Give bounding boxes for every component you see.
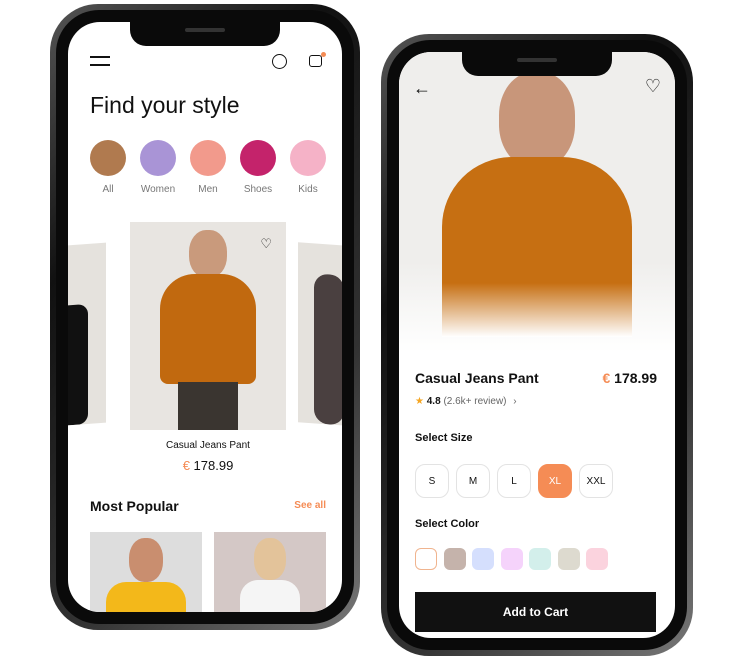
category-label: All: [102, 184, 114, 195]
category-image: [290, 140, 326, 176]
size-option-l[interactable]: L: [497, 464, 531, 498]
category-label: Kids: [298, 184, 318, 195]
product-card-featured[interactable]: ♡: [130, 222, 286, 430]
product-image: [399, 52, 675, 352]
size-option-xxl[interactable]: XXL: [579, 464, 613, 498]
price: 178.99: [614, 370, 657, 386]
popular-item[interactable]: [90, 532, 202, 612]
category-shoes[interactable]: Shoes: [238, 140, 278, 195]
color-swatch[interactable]: [557, 548, 580, 570]
category-label: Shoes: [243, 184, 273, 195]
currency: €: [182, 458, 190, 473]
category-men[interactable]: Men: [188, 140, 228, 195]
color-swatch[interactable]: [586, 548, 608, 570]
size-option-s[interactable]: S: [415, 464, 449, 498]
add-to-cart-button[interactable]: Add to Cart: [415, 592, 656, 632]
product-price: € 178.99: [130, 458, 286, 473]
notch: [130, 22, 280, 46]
category-image: [190, 140, 226, 176]
size-option-m[interactable]: M: [456, 464, 490, 498]
popular-item[interactable]: [214, 532, 326, 612]
category-all[interactable]: All: [88, 140, 128, 195]
color-swatch[interactable]: [415, 548, 437, 570]
menu-icon[interactable]: [90, 56, 110, 66]
see-all-link[interactable]: See all: [294, 500, 326, 511]
size-label: Select Size: [415, 432, 473, 444]
cart-icon[interactable]: [309, 52, 326, 67]
color-swatch[interactable]: [529, 548, 551, 570]
product-name: Casual Jeans Pant: [415, 370, 539, 386]
product-card-left[interactable]: [68, 242, 106, 426]
category-label: Men: [198, 184, 218, 195]
search-icon[interactable]: [272, 54, 287, 69]
product-price: € 178.99: [602, 370, 657, 386]
size-option-xl[interactable]: XL: [538, 464, 572, 498]
color-swatch[interactable]: [443, 548, 466, 570]
rating: 4.8: [426, 396, 441, 407]
heart-icon[interactable]: ♡: [260, 236, 272, 252]
phone-home: Find your style All Women Men Shoes Kids ♡ C…: [50, 4, 360, 630]
category-image: [140, 140, 176, 176]
rating-row[interactable]: ★ 4.8 (2.6k+ review) ›: [415, 396, 517, 407]
section-title: Most Popular: [90, 498, 179, 514]
review-count: (2.6k+ review): [443, 396, 507, 407]
category-image: [90, 140, 126, 176]
color-swatch[interactable]: [500, 548, 523, 570]
product-name: Casual Jeans Pant: [166, 440, 250, 451]
notch: [462, 52, 612, 76]
back-arrow-icon[interactable]: ←: [413, 78, 431, 99]
category-label: Women: [140, 184, 176, 195]
currency: €: [602, 370, 611, 386]
color-swatch[interactable]: [472, 548, 494, 570]
price: 178.99: [193, 458, 234, 473]
product-card-right[interactable]: [298, 242, 342, 426]
phone-product-detail: ← ♡ Casual Jeans Pant € 178.99 ★ 4.8 (2.…: [381, 34, 693, 656]
category-women[interactable]: Women: [138, 140, 178, 195]
chevron-right-icon: ›: [513, 396, 517, 407]
heart-icon[interactable]: ♡: [645, 76, 661, 97]
category-image: [240, 140, 276, 176]
category-kids[interactable]: Kids: [288, 140, 328, 195]
color-label: Select Color: [415, 518, 480, 530]
star-icon: ★: [415, 396, 424, 407]
page-title: Find your style: [90, 92, 240, 118]
